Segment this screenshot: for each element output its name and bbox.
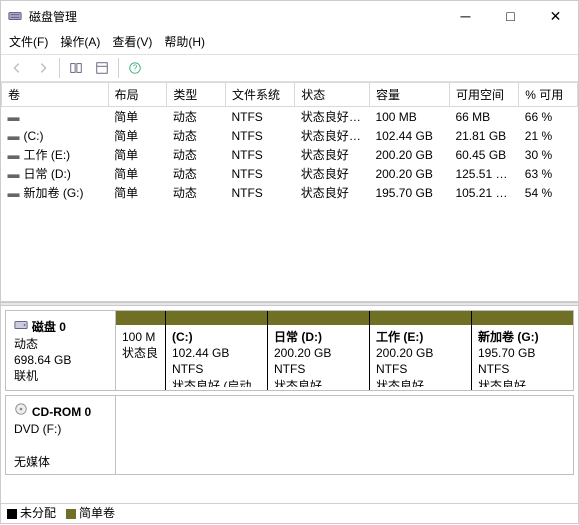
partition-title: 日常 (D:) — [274, 330, 322, 344]
disk-0-status: 联机 — [14, 369, 38, 383]
column-header-row[interactable]: 卷 布局 类型 文件系统 状态 容量 可用空间 % 可用 — [2, 83, 578, 107]
cdrom-status: 无媒体 — [14, 455, 50, 469]
partition-band — [472, 311, 573, 325]
table-row[interactable]: ▬(C:)简单动态NTFS状态良好 (…102.44 GB21.81 GB21 … — [2, 126, 578, 145]
partition-band — [166, 311, 267, 325]
col-layout[interactable]: 布局 — [108, 83, 167, 107]
cdrom-type: DVD (F:) — [14, 422, 61, 436]
toolbar-separator — [59, 58, 60, 78]
col-fs[interactable]: 文件系统 — [225, 83, 294, 107]
table-row[interactable]: ▬日常 (D:)简单动态NTFS状态良好200.20 GB125.51 …63 … — [2, 164, 578, 183]
disk-0-size: 698.64 GB — [14, 353, 71, 367]
volume-icon: ▬ — [8, 129, 20, 143]
col-capacity[interactable]: 容量 — [369, 83, 449, 107]
toolbar-separator — [118, 58, 119, 78]
partition-size: 102.44 GB NTFS — [172, 346, 229, 376]
disk-0-name: 磁盘 0 — [32, 320, 66, 334]
table-row[interactable]: ▬新加卷 (G:)简单动态NTFS状态良好195.70 GB105.21 …54… — [2, 183, 578, 202]
disk-0-type: 动态 — [14, 337, 38, 351]
disk-graphical-panel: 磁盘 0 动态 698.64 GB 联机 100 M 状态良 (C:) 102.44 … — [1, 310, 578, 475]
volume-icon: ▬ — [8, 110, 20, 124]
window-title: 磁盘管理 — [29, 8, 443, 25]
help-button[interactable]: ? — [123, 57, 147, 79]
cdrom-header[interactable]: CD-ROM 0 DVD (F:) 无媒体 — [6, 396, 116, 474]
cdrom-name: CD-ROM 0 — [32, 405, 91, 419]
back-button[interactable] — [5, 57, 29, 79]
volume-list[interactable]: 卷 布局 类型 文件系统 状态 容量 可用空间 % 可用 ▬简单动态NTFS状态… — [1, 82, 578, 302]
partition-title: 新加卷 (G:) — [478, 330, 539, 344]
col-status[interactable]: 状态 — [295, 83, 370, 107]
svg-text:?: ? — [133, 64, 138, 73]
volume-icon: ▬ — [8, 167, 20, 181]
legend-simple-volume: 简单卷 — [66, 504, 115, 521]
partition-title: (C:) — [172, 330, 193, 344]
close-button[interactable]: ✕ — [533, 1, 578, 31]
cdrom-empty — [116, 396, 573, 474]
partition[interactable]: (C:) 102.44 GB NTFS 状态良好 (启动, 页面文 — [166, 311, 268, 390]
toolbar: ? — [1, 54, 578, 82]
partition-title: 工作 (E:) — [376, 330, 423, 344]
title-bar: 磁盘管理 ─ □ ✕ — [1, 1, 578, 31]
partition-size: 100 M — [122, 330, 155, 344]
partition-status: 状态良好 — [376, 379, 424, 387]
cdrom-row[interactable]: CD-ROM 0 DVD (F:) 无媒体 — [5, 395, 574, 475]
partition-status: 状态良好 — [478, 379, 526, 387]
volume-icon: ▬ — [8, 148, 20, 162]
disk-0-row[interactable]: 磁盘 0 动态 698.64 GB 联机 100 M 状态良 (C:) 102.44 … — [5, 310, 574, 391]
minimize-button[interactable]: ─ — [443, 1, 488, 31]
menu-file[interactable]: 文件(F) — [9, 33, 48, 50]
col-pctfree[interactable]: % 可用 — [519, 83, 578, 107]
partition-band — [268, 311, 369, 325]
menu-help[interactable]: 帮助(H) — [164, 33, 205, 50]
app-icon — [7, 8, 23, 24]
forward-button[interactable] — [31, 57, 55, 79]
partition[interactable]: 100 M 状态良 — [116, 311, 166, 390]
disk-icon — [14, 318, 32, 334]
partition-band — [116, 311, 165, 325]
partition[interactable]: 日常 (D:) 200.20 GB NTFS 状态良好 — [268, 311, 370, 390]
partition-size: 200.20 GB NTFS — [376, 346, 433, 376]
legend: 未分配 简单卷 — [7, 504, 115, 521]
maximize-button[interactable]: □ — [488, 1, 533, 31]
partition-status: 状态良好 — [274, 379, 322, 387]
volume-icon: ▬ — [8, 186, 20, 200]
menu-bar: 文件(F) 操作(A) 查看(V) 帮助(H) — [1, 31, 578, 54]
refresh-button[interactable] — [64, 57, 88, 79]
partition-status: 状态良好 (启动, 页面文 — [172, 379, 255, 387]
col-volume[interactable]: 卷 — [2, 83, 109, 107]
partition-size: 195.70 GB NTFS — [478, 346, 535, 376]
properties-button[interactable] — [90, 57, 114, 79]
menu-view[interactable]: 查看(V) — [112, 33, 152, 50]
partition-status: 状态良 — [122, 346, 158, 360]
splitter[interactable] — [1, 302, 578, 306]
table-row[interactable]: ▬简单动态NTFS状态良好 (…100 MB66 MB66 % — [2, 107, 578, 127]
partition[interactable]: 工作 (E:) 200.20 GB NTFS 状态良好 — [370, 311, 472, 390]
legend-unallocated: 未分配 — [7, 504, 56, 521]
col-type[interactable]: 类型 — [167, 83, 226, 107]
cd-icon — [14, 403, 32, 419]
menu-action[interactable]: 操作(A) — [60, 33, 100, 50]
partition-size: 200.20 GB NTFS — [274, 346, 331, 376]
partition[interactable]: 新加卷 (G:) 195.70 GB NTFS 状态良好 — [472, 311, 573, 390]
disk-0-header[interactable]: 磁盘 0 动态 698.64 GB 联机 — [6, 311, 116, 390]
col-free[interactable]: 可用空间 — [449, 83, 518, 107]
table-row[interactable]: ▬工作 (E:)简单动态NTFS状态良好200.20 GB60.45 GB30 … — [2, 145, 578, 164]
partition-band — [370, 311, 471, 325]
